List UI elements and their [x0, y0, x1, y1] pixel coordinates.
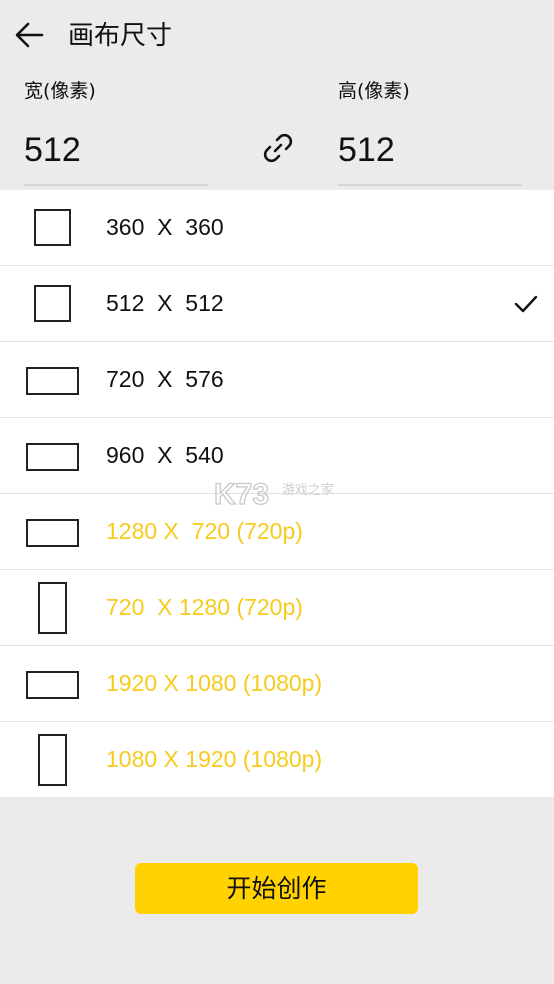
size-option-row[interactable]: 1080 X 1920 (1080p) — [0, 722, 554, 797]
size-option-label: 720 X 576 — [106, 366, 224, 392]
size-option-row[interactable]: 1280 X 720 (720p) — [0, 494, 554, 570]
portrait-frame-icon — [38, 582, 67, 634]
start-create-button[interactable]: 开始创作 — [135, 863, 418, 914]
size-option-row[interactable]: 1920 X 1080 (1080p) — [0, 646, 554, 722]
size-option-row[interactable]: 720 X 1280 (720p) — [0, 570, 554, 646]
size-option-label: 360 X 360 — [106, 214, 224, 240]
size-list: 360 X 360 512 X 512 720 X 576 960 X 540 1280… — [0, 190, 554, 797]
landscape-frame-icon — [26, 671, 79, 699]
width-label: 宽(像素) — [24, 80, 96, 102]
width-input[interactable] — [24, 116, 208, 186]
size-option-row[interactable]: 512 X 512 — [0, 266, 554, 342]
size-option-label: 512 X 512 — [106, 290, 224, 316]
size-option-row[interactable]: 960 X 540 — [0, 418, 554, 494]
size-option-row[interactable]: 360 X 360 — [0, 190, 554, 266]
size-option-label: 1920 X 1080 (1080p) — [106, 670, 323, 696]
link-icon — [263, 133, 293, 163]
page-title: 画布尺寸 — [68, 21, 173, 51]
size-option-label: 1280 X 720 (720p) — [106, 518, 303, 544]
portrait-frame-icon — [38, 734, 67, 786]
size-option-row[interactable]: 720 X 576 — [0, 342, 554, 418]
landscape-frame-icon — [26, 367, 79, 395]
arrow-left-icon — [15, 22, 44, 48]
checkmark-icon — [514, 295, 538, 313]
top-panel: 画布尺寸 宽(像素) 高(像素) — [0, 0, 554, 190]
square-frame-icon — [34, 285, 71, 322]
height-input[interactable] — [338, 116, 522, 186]
link-aspect-button[interactable] — [258, 128, 298, 168]
back-button[interactable] — [10, 14, 52, 56]
square-frame-icon — [34, 209, 71, 246]
size-option-label: 1080 X 1920 (1080p) — [106, 746, 323, 772]
size-option-label: 960 X 540 — [106, 442, 224, 468]
landscape-frame-icon — [26, 443, 79, 471]
height-label: 高(像素) — [338, 80, 410, 102]
size-option-label: 720 X 1280 (720p) — [106, 594, 303, 620]
landscape-frame-icon — [26, 519, 79, 547]
